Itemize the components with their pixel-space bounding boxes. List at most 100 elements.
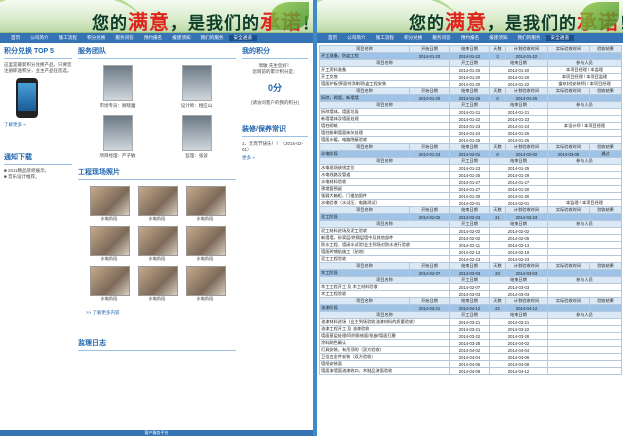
table-cell: 实际验收时间 xyxy=(547,206,590,214)
gallery-photo[interactable]: 水电阶段 xyxy=(186,226,226,262)
table-row: 水电线路及管道 2014-01-25 2014-01-29 xyxy=(319,171,622,179)
nav-booking[interactable]: 预约报名 xyxy=(456,35,484,41)
points-text: 这里是最新积分兑换产品，只要您注册即送积分，业主产品任您选。 xyxy=(4,62,72,73)
table-row: 泥工材料进场及泥工验收 2014-02-02 2014-02-02 xyxy=(319,227,622,235)
nav-secure[interactable]: 安全通道 xyxy=(228,35,257,41)
table-cell: 2014-01-25 xyxy=(449,94,490,102)
gallery-photo[interactable]: 水电阶段 xyxy=(138,226,178,262)
table-cell: 结束日期 xyxy=(449,143,490,151)
tips-title: 装修/保养常识 xyxy=(242,124,308,137)
table-cell: 参与人员 xyxy=(547,220,622,228)
table-row: 泥工阶段 2014-02-02 2014-02-23 21 2014-02-23 xyxy=(319,213,622,221)
nav-points[interactable]: 积分兑换 xyxy=(82,35,110,41)
nav-process[interactable]: 施工流程 xyxy=(54,35,82,41)
nav-faq[interactable]: 服务问答 xyxy=(427,35,455,41)
nav-service[interactable]: 我们的服务 xyxy=(196,35,229,41)
table-cell: 2014-02-05 xyxy=(489,234,548,242)
nav-faq[interactable]: 服务问答 xyxy=(110,35,138,41)
table-cell: 天数 xyxy=(489,262,506,270)
gallery-photo[interactable]: 水电阶段 xyxy=(186,186,226,222)
gallery-photo[interactable]: 水电阶段 xyxy=(138,186,178,222)
gallery-photo[interactable]: 水电阶段 xyxy=(186,266,226,302)
nav-about[interactable]: 公司简介 xyxy=(342,35,370,41)
table-cell: 2014-03-03 xyxy=(489,283,548,291)
table-cell: 墙面基层处理/同阴角修面/批嵌/墙面打磨 xyxy=(319,332,450,340)
gallery-photo[interactable]: 水电阶段 xyxy=(90,266,130,302)
table-cell: 天数 xyxy=(489,45,506,53)
table-row: 防水工程、墙闭水试验/业主到场对防水进行验收 2014-02-11 2014-02-… xyxy=(319,241,622,249)
more-link[interactable]: 了解更多 » xyxy=(4,122,72,128)
team-member[interactable]: 设计师：相应山 xyxy=(179,65,215,109)
nav-process[interactable]: 施工流程 xyxy=(371,35,399,41)
table-cell xyxy=(547,185,622,193)
table-row: 预埋管预留 2014-01-27 2014-01-30 xyxy=(319,185,622,193)
table-cell: 木工阶段 xyxy=(319,269,410,277)
table-cell: 墙面漆墙面油漆收口，木制品漆面验收 xyxy=(319,367,450,375)
table-cell: 2014-03-21 xyxy=(409,304,450,312)
table-cell: 油漆工程开工 及 油漆验收 xyxy=(319,325,450,333)
table-cell: 2014-02-01 xyxy=(489,199,548,207)
table-row: 项目名称 开工日期 结束日期 参与人员 xyxy=(319,157,622,165)
table-cell xyxy=(589,269,622,277)
table-cell: 墙面护板/界面剂涂刷/防盗工程安装 xyxy=(319,80,450,88)
table-cell: 水电阶段 xyxy=(319,150,410,158)
table-row: 项目名称 开始日期 结束日期 天数 计划验收时间 实际验收时间 验收结果 xyxy=(319,262,622,270)
nav-booking[interactable]: 预约报名 xyxy=(139,35,167,41)
tip-item[interactable]: 1、元宵节快乐！！（2015-02-01） xyxy=(242,141,308,153)
table-cell xyxy=(547,52,590,60)
table-cell: 天数 xyxy=(489,297,506,305)
gallery-photo[interactable]: 水电阶段 xyxy=(90,226,130,262)
nav-about[interactable]: 公司简介 xyxy=(25,35,53,41)
phone-product-image[interactable] xyxy=(16,78,38,118)
table-row: 项目名称 开始日期 结束日期 天数 计划验收时间 实际验收时间 验收结果 xyxy=(319,45,622,53)
table-row: 墙纸安装面 2014-04-05 2014-04-08 xyxy=(319,360,622,368)
table-cell: 2014-04-04 xyxy=(489,346,548,354)
table-cell: 2014-01-23 xyxy=(449,122,490,130)
table-cell: 计划验收时间 xyxy=(505,87,548,95)
nav-home[interactable]: 首页 xyxy=(6,35,25,41)
gallery-more-link[interactable]: >> 了解更多内容 xyxy=(86,310,236,316)
nav-notice[interactable]: 报建须知 xyxy=(484,35,512,41)
nav-service[interactable]: 我们的服务 xyxy=(513,35,546,41)
nav-points[interactable]: 积分兑换 xyxy=(399,35,427,41)
table-cell: 实际验收时间 xyxy=(547,262,590,270)
table-cell xyxy=(589,94,622,102)
footer: 客户服务平台 xyxy=(0,430,313,436)
table-cell: 开始日期 xyxy=(409,297,450,305)
right-column: 我的积分 周敏 先生您好！ 您目前的累计积分是： 0分 [请访问客户的我的积分]… xyxy=(242,46,308,436)
table-cell: 通过 xyxy=(589,150,622,158)
team-member[interactable]: 监理：张波 xyxy=(179,115,215,159)
team-member[interactable]: 项目经理：严子敏 xyxy=(100,115,136,159)
table-cell: 墙柱粉刷墙面抹灰处理 xyxy=(319,129,450,137)
table-cell: 2014-04-12 xyxy=(449,304,490,312)
avatar xyxy=(181,115,212,151)
main-nav: 首页 公司简介 施工流程 积分兑换 服务问答 预约报名 报建须知 我们的服务 安… xyxy=(0,33,313,43)
nav-secure[interactable]: 安全通道 xyxy=(545,35,574,41)
announce-item[interactable]: ■ 音乐设计推荐。 xyxy=(4,174,72,180)
table-row: 强弱大箱柜、门褴加固件 2014-01-30 2014-01-30 xyxy=(319,192,622,200)
table-cell xyxy=(547,318,622,326)
banner: 您的满意，是我们的承诺！ xyxy=(0,0,313,33)
table-cell: 天数 xyxy=(489,143,506,151)
table-cell: 泥工阶段 xyxy=(319,213,410,221)
table-cell: 2014-01-30 xyxy=(489,185,548,193)
table-cell: 实际验收时间 xyxy=(547,87,590,95)
team-member[interactable]: 市场专员：顾晓蕾 xyxy=(100,65,136,109)
points-link[interactable]: [请访问客户的我的积分] xyxy=(242,100,308,106)
gallery-photo[interactable]: 水电阶段 xyxy=(90,186,130,222)
table-cell: 实际验收时间 xyxy=(547,143,590,151)
table-cell: 2014-01-22 xyxy=(449,115,490,123)
table-cell: 2014-01-22 xyxy=(489,80,548,88)
gallery-photo[interactable]: 水电阶段 xyxy=(138,266,178,302)
table-cell: 结束日期 xyxy=(449,262,490,270)
table-row: 项目名称 开工日期 结束日期 参与人员 xyxy=(319,276,622,284)
table-cell: 2014-01-25 xyxy=(449,171,490,179)
table-cell xyxy=(547,339,622,347)
table-cell xyxy=(547,325,622,333)
table-cell xyxy=(547,283,622,291)
table-cell: 2014-04-12 xyxy=(489,367,548,375)
table-cell: 2014-02-18 xyxy=(489,248,548,256)
tips-more-link[interactable]: 更多 » xyxy=(242,155,308,161)
nav-home[interactable]: 首页 xyxy=(323,35,342,41)
nav-notice[interactable]: 报建须知 xyxy=(167,35,195,41)
